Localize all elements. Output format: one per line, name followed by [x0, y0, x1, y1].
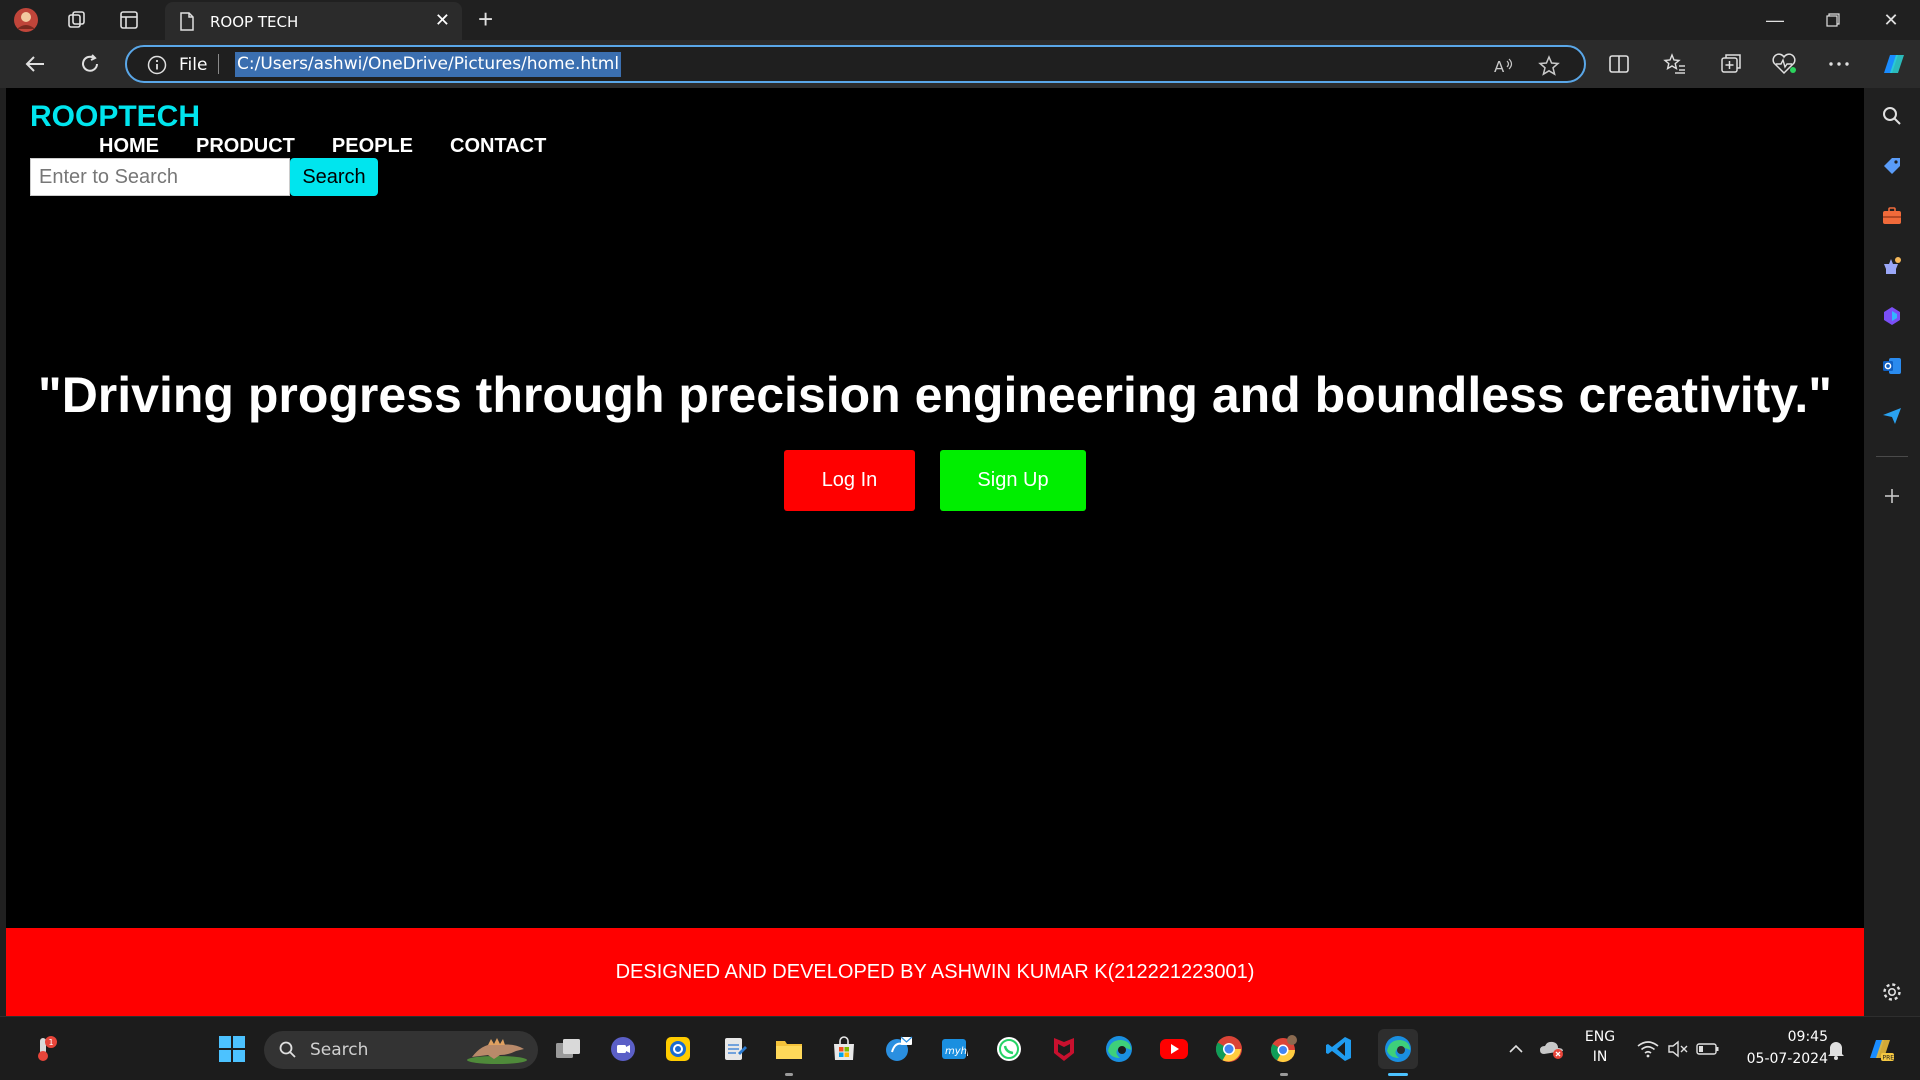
site-info-icon[interactable]: [147, 55, 167, 80]
search-input[interactable]: [30, 158, 290, 196]
minimize-icon[interactable]: —: [1752, 6, 1798, 34]
edge-active-icon[interactable]: [1378, 1029, 1418, 1069]
running-indicator: [785, 1073, 793, 1076]
shopping-tag-icon[interactable]: [1880, 154, 1904, 178]
restore-icon[interactable]: [1810, 6, 1856, 34]
nav-link-contact[interactable]: CONTACT: [450, 135, 546, 158]
running-indicator: [1280, 1073, 1288, 1076]
clock-time[interactable]: 09:45: [1728, 1029, 1828, 1045]
tab-close-icon[interactable]: ✕: [435, 10, 450, 31]
notification-bell-icon[interactable]: [1820, 1033, 1852, 1065]
url-scheme-label: File: [179, 55, 208, 75]
brand-logo[interactable]: ROOPTECH: [30, 100, 200, 134]
chrome-profile-icon[interactable]: [1268, 1033, 1300, 1065]
windows-start-icon[interactable]: [216, 1033, 248, 1065]
dinosaur-highlight-icon: [464, 1035, 530, 1070]
windows-taskbar: 1 Search myh ENG IN 09:45 05-07-2024 PRE: [0, 1016, 1920, 1080]
games-icon[interactable]: [1880, 254, 1904, 278]
signup-button[interactable]: Sign Up: [940, 450, 1086, 511]
show-hidden-icons-chevron-icon[interactable]: [1500, 1033, 1532, 1065]
file-explorer-icon[interactable]: [773, 1033, 805, 1065]
active-indicator: [1388, 1073, 1408, 1076]
url-text[interactable]: C:/Users/ashwi/OneDrive/Pictures/home.ht…: [235, 52, 622, 77]
battery-icon[interactable]: [1692, 1033, 1724, 1065]
send-icon[interactable]: [1880, 404, 1904, 428]
sidebar-divider: [1876, 456, 1908, 457]
refresh-icon[interactable]: [75, 50, 105, 78]
collections-icon[interactable]: [1717, 51, 1743, 77]
teams-meet-icon[interactable]: [607, 1033, 639, 1065]
address-bar[interactable]: File C:/Users/ashwi/OneDrive/Pictures/ho…: [125, 45, 1586, 83]
screen: ROOP TECH ✕ + — ✕ File C:/Users/ashwi/On…: [0, 0, 1920, 1080]
web-page: ROOPTECH HOME PRODUCT PEOPLE CONTACT Sea…: [6, 88, 1864, 1016]
tab-active[interactable]: ROOP TECH ✕: [165, 2, 462, 40]
main-nav: HOME PRODUCT PEOPLE CONTACT: [99, 135, 583, 158]
add-icon[interactable]: [1880, 484, 1904, 508]
microsoft-store-icon[interactable]: [828, 1033, 860, 1065]
weather-widget-icon[interactable]: 1: [28, 1033, 60, 1065]
microsoft-365-icon[interactable]: [1880, 304, 1904, 328]
onedrive-error-icon[interactable]: [1536, 1033, 1568, 1065]
copilot-icon[interactable]: [1877, 48, 1909, 80]
clock-date[interactable]: 05-07-2024: [1728, 1051, 1828, 1067]
norton-security-icon[interactable]: [662, 1033, 694, 1065]
edge-icon[interactable]: [1103, 1033, 1135, 1065]
read-aloud-icon[interactable]: A: [1492, 54, 1516, 78]
svg-text:PRE: PRE: [1883, 1055, 1895, 1062]
page-icon: [179, 12, 195, 36]
tools-briefcase-icon[interactable]: [1880, 204, 1904, 228]
page-footer: DESIGNED AND DEVELOPED BY ASHWIN KUMAR K…: [6, 928, 1864, 1016]
wifi-icon[interactable]: [1632, 1033, 1664, 1065]
search-icon[interactable]: [1880, 104, 1904, 128]
vscode-icon[interactable]: [1323, 1033, 1355, 1065]
browser-toolbar: File C:/Users/ashwi/OneDrive/Pictures/ho…: [0, 40, 1920, 88]
copilot-pre-icon[interactable]: PRE: [1864, 1033, 1896, 1065]
svg-text:myhp: myhp: [945, 1046, 968, 1057]
nav-link-home[interactable]: HOME: [99, 135, 159, 158]
search-icon: [278, 1040, 298, 1065]
nav-link-product[interactable]: PRODUCT: [196, 135, 295, 158]
task-view-icon[interactable]: [552, 1033, 584, 1065]
more-options-icon[interactable]: [1826, 51, 1852, 77]
browser-title-bar: ROOP TECH ✕ + — ✕: [0, 0, 1920, 40]
notepad-icon[interactable]: [718, 1033, 750, 1065]
mail-sync-icon[interactable]: [883, 1033, 915, 1065]
footer-credit: DESIGNED AND DEVELOPED BY ASHWIN KUMAR K…: [615, 960, 1255, 983]
tab-actions-icon[interactable]: [115, 6, 143, 34]
hero-tagline: "Driving progress through precision engi…: [37, 367, 1833, 423]
input-region[interactable]: IN: [1578, 1049, 1622, 1065]
edge-sidebar: [1864, 88, 1920, 1016]
split-screen-icon[interactable]: [1606, 51, 1632, 77]
taskbar-search[interactable]: Search: [264, 1031, 538, 1069]
myhp-icon[interactable]: myhp: [938, 1033, 970, 1065]
svg-text:1: 1: [49, 1038, 54, 1047]
favorites-icon[interactable]: [1662, 51, 1688, 77]
settings-gear-icon[interactable]: [1880, 980, 1904, 1004]
profile-avatar-icon[interactable]: [12, 6, 40, 34]
address-separator: [218, 54, 219, 74]
nav-link-people[interactable]: PEOPLE: [332, 135, 413, 158]
login-button[interactable]: Log In: [784, 450, 915, 511]
outlook-icon[interactable]: [1880, 354, 1904, 378]
youtube-icon[interactable]: [1158, 1033, 1190, 1065]
tab-title: ROOP TECH: [210, 13, 299, 31]
whatsapp-icon[interactable]: [993, 1033, 1025, 1065]
back-icon[interactable]: [20, 50, 50, 78]
chrome-icon[interactable]: [1213, 1033, 1245, 1065]
close-window-icon[interactable]: ✕: [1868, 6, 1914, 34]
browser-essentials-icon[interactable]: [1771, 51, 1797, 77]
search-button[interactable]: Search: [290, 158, 378, 196]
taskbar-search-label: Search: [310, 1040, 369, 1060]
favorite-star-icon[interactable]: [1537, 54, 1561, 78]
svg-text:A: A: [1494, 58, 1505, 76]
new-tab-icon[interactable]: +: [478, 6, 493, 32]
mcafee-icon[interactable]: [1048, 1033, 1080, 1065]
input-language[interactable]: ENG: [1578, 1029, 1622, 1045]
speaker-muted-icon[interactable]: [1662, 1033, 1694, 1065]
workspaces-icon[interactable]: [63, 6, 91, 34]
